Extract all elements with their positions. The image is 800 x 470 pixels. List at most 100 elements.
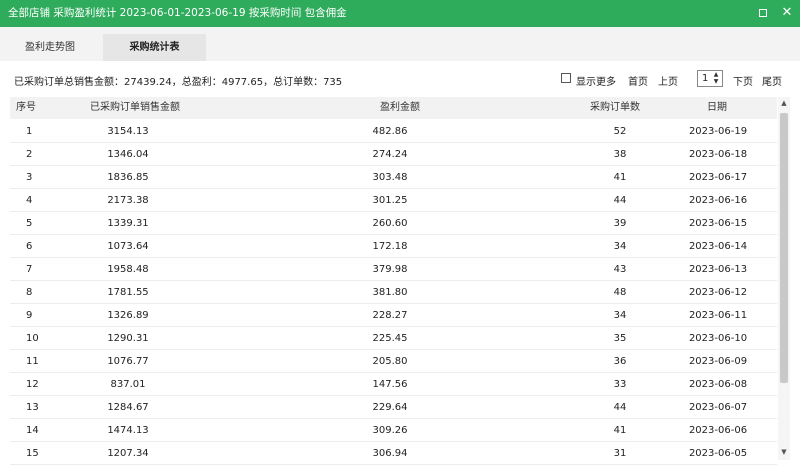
row-date: 2023-06-06: [688, 425, 748, 436]
row-order-count: 36: [613, 356, 627, 367]
row-order-count: 48: [613, 287, 627, 298]
row-date: 2023-06-11: [688, 310, 748, 321]
header-index[interactable]: 序号: [16, 97, 36, 119]
row-profit-amount: 172.18: [372, 241, 408, 252]
row-date: 2023-06-12: [688, 287, 748, 298]
row-sales-amount: 1781.55: [107, 287, 149, 298]
row-index: 4: [26, 195, 33, 206]
row-order-count: 41: [613, 172, 627, 183]
last-page-button[interactable]: 尾页: [762, 73, 782, 88]
row-profit-amount: 301.25: [372, 195, 408, 206]
row-index: 13: [26, 402, 39, 413]
row-sales-amount: 1958.48: [107, 264, 149, 275]
row-sales-amount: 1290.31: [107, 333, 149, 344]
tab-purchase-stats[interactable]: 采购统计表: [103, 34, 206, 61]
table-row[interactable]: 2 1346.04 274.24 38 2023-06-18: [10, 143, 777, 166]
row-date: 2023-06-19: [688, 126, 748, 137]
row-order-count: 41: [613, 425, 627, 436]
row-order-count: 35: [613, 333, 627, 344]
show-more-label[interactable]: 显示更多: [576, 73, 616, 88]
table-row[interactable]: 10 1290.31 225.45 35 2023-06-10: [10, 327, 777, 350]
row-sales-amount: 1073.64: [107, 241, 149, 252]
close-icon[interactable]: ✕: [780, 6, 794, 20]
header-date[interactable]: 日期: [707, 97, 727, 119]
row-index: 9: [26, 310, 33, 321]
table-row[interactable]: 1 3154.13 482.86 52 2023-06-19: [10, 120, 777, 143]
table-row[interactable]: 11 1076.77 205.80 36 2023-06-09: [10, 350, 777, 373]
row-index: 6: [26, 241, 33, 252]
scrollbar-thumb[interactable]: [780, 113, 788, 383]
tab-bar: 盈利走势图 采购统计表: [0, 27, 800, 61]
row-date: 2023-06-08: [688, 379, 748, 390]
table-row[interactable]: 3 1836.85 303.48 41 2023-06-17: [10, 166, 777, 189]
table-row[interactable]: 13 1284.67 229.64 44 2023-06-07: [10, 396, 777, 419]
row-profit-amount: 482.86: [372, 126, 408, 137]
row-date: 2023-06-14: [688, 241, 748, 252]
row-profit-amount: 306.94: [372, 448, 408, 459]
row-profit-amount: 303.48: [372, 172, 408, 183]
table-row[interactable]: 5 1339.31 260.60 39 2023-06-15: [10, 212, 777, 235]
row-index: 1: [26, 126, 33, 137]
next-page-button[interactable]: 下页: [733, 73, 753, 88]
row-profit-amount: 205.80: [372, 356, 408, 367]
row-profit-amount: 309.26: [372, 425, 408, 436]
row-sales-amount: 1346.04: [107, 149, 149, 160]
first-page-button[interactable]: 首页: [628, 73, 648, 88]
table-row[interactable]: 6 1073.64 172.18 34 2023-06-14: [10, 235, 777, 258]
prev-page-button[interactable]: 上页: [658, 73, 678, 88]
table-header: 序号 已采购订单销售金额 盈利金额 采购订单数 日期: [10, 97, 777, 119]
row-index: 11: [26, 356, 39, 367]
page-spinner[interactable]: ▲ ▼: [710, 71, 722, 86]
row-index: 2: [26, 149, 33, 160]
spin-down-icon[interactable]: ▼: [710, 78, 722, 85]
vertical-scrollbar[interactable]: ▲ ▼: [778, 97, 790, 460]
row-index: 7: [26, 264, 33, 275]
row-profit-amount: 225.45: [372, 333, 408, 344]
window-title: 全部店铺 采购盈利统计 2023-06-01-2023-06-19 按采购时间 …: [8, 7, 347, 19]
scroll-down-icon[interactable]: ▼: [778, 448, 790, 458]
row-date: 2023-06-17: [688, 172, 748, 183]
row-order-count: 52: [613, 126, 627, 137]
table-row[interactable]: 9 1326.89 228.27 34 2023-06-11: [10, 304, 777, 327]
row-sales-amount: 2173.38: [107, 195, 149, 206]
row-sales-amount: 837.01: [110, 379, 146, 390]
row-index: 15: [26, 448, 39, 459]
table-row[interactable]: 14 1474.13 309.26 41 2023-06-06: [10, 419, 777, 442]
header-sales-amount[interactable]: 已采购订单销售金额: [90, 97, 180, 119]
row-profit-amount: 229.64: [372, 402, 408, 413]
tab-profit-trend[interactable]: 盈利走势图: [0, 34, 100, 61]
row-date: 2023-06-10: [688, 333, 748, 344]
row-order-count: 43: [613, 264, 627, 275]
row-date: 2023-06-13: [688, 264, 748, 275]
row-sales-amount: 1284.67: [107, 402, 149, 413]
spin-up-icon[interactable]: ▲: [710, 71, 722, 78]
row-profit-amount: 228.27: [372, 310, 408, 321]
row-sales-amount: 1076.77: [107, 356, 149, 367]
row-index: 14: [26, 425, 39, 436]
summary-text: 已采购订单总销售金额：27439.24，总盈利：4977.65，总订单数：735: [14, 77, 343, 88]
row-index: 10: [26, 333, 39, 344]
scroll-up-icon[interactable]: ▲: [778, 99, 790, 109]
show-more-checkbox[interactable]: [561, 73, 571, 83]
row-order-count: 39: [613, 218, 627, 229]
table-row[interactable]: 4 2173.38 301.25 44 2023-06-16: [10, 189, 777, 212]
row-order-count: 38: [613, 149, 627, 160]
row-index: 8: [26, 287, 33, 298]
table-row[interactable]: 15 1207.34 306.94 31 2023-06-05: [10, 442, 777, 465]
header-profit-amount[interactable]: 盈利金额: [380, 97, 420, 119]
row-order-count: 34: [613, 310, 627, 321]
row-profit-amount: 379.98: [372, 264, 408, 275]
row-order-count: 44: [613, 195, 627, 206]
row-sales-amount: 1339.31: [107, 218, 149, 229]
table-row[interactable]: 7 1958.48 379.98 43 2023-06-13: [10, 258, 777, 281]
table-row[interactable]: 8 1781.55 381.80 48 2023-06-12: [10, 281, 777, 304]
row-date: 2023-06-07: [688, 402, 748, 413]
row-index: 12: [26, 379, 39, 390]
row-order-count: 34: [613, 241, 627, 252]
table-row[interactable]: 12 837.01 147.56 33 2023-06-08: [10, 373, 777, 396]
row-index: 5: [26, 218, 33, 229]
header-order-count[interactable]: 采购订单数: [590, 97, 640, 119]
maximize-icon[interactable]: [756, 6, 770, 20]
row-date: 2023-06-09: [688, 356, 748, 367]
row-profit-amount: 274.24: [372, 149, 408, 160]
